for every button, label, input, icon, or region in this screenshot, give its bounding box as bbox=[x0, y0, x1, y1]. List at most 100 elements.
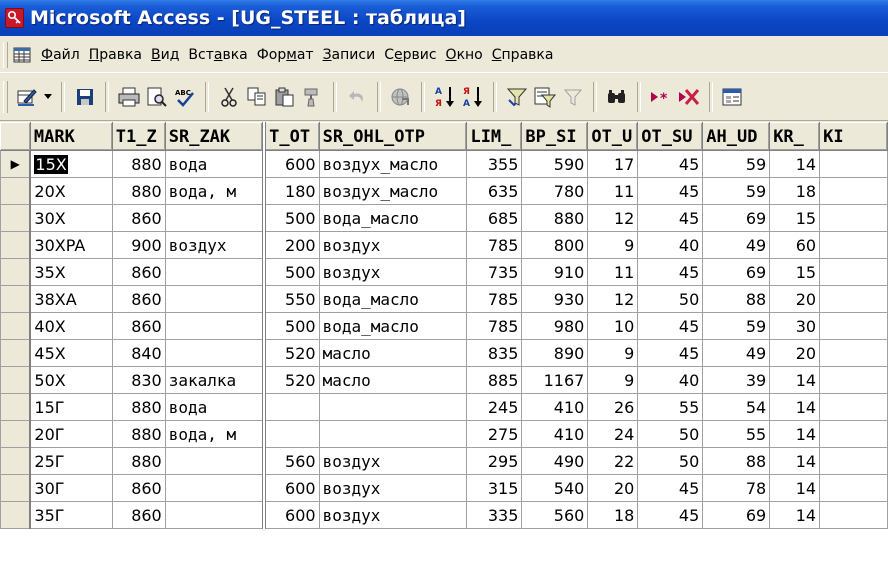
menu-edit[interactable]: Правка bbox=[89, 47, 142, 63]
record-selector[interactable] bbox=[0, 204, 32, 232]
table-cell[interactable]: 69 bbox=[702, 204, 771, 232]
copy-icon[interactable] bbox=[243, 82, 271, 112]
table-cell[interactable] bbox=[819, 312, 888, 340]
table-cell[interactable]: воздух bbox=[318, 258, 468, 286]
table-cell[interactable]: 55 bbox=[702, 420, 771, 448]
table-cell[interactable]: 200 bbox=[263, 231, 320, 259]
table-cell[interactable]: 9 bbox=[587, 231, 639, 259]
filter-by-selection-icon[interactable] bbox=[503, 82, 531, 112]
table-cell[interactable]: 17 bbox=[587, 150, 639, 178]
table-cell[interactable]: 880 bbox=[111, 420, 166, 448]
table-cell[interactable]: 1167 bbox=[521, 366, 589, 394]
table-cell[interactable]: 59 bbox=[702, 177, 771, 205]
table-cell[interactable]: 30 bbox=[769, 312, 821, 340]
table-row[interactable]: 45X 840 520 масло 835 890 9 45 49 20 bbox=[0, 339, 888, 367]
table-cell[interactable]: 49 bbox=[702, 231, 771, 259]
table-cell[interactable]: 890 bbox=[521, 339, 589, 367]
table-cell[interactable]: 860 bbox=[111, 501, 166, 529]
table-cell[interactable]: вода_масло bbox=[318, 285, 468, 313]
table-cell[interactable]: 860 bbox=[111, 204, 166, 232]
table-cell[interactable]: 410 bbox=[521, 420, 589, 448]
hyperlink-icon[interactable] bbox=[387, 82, 415, 112]
table-cell[interactable]: 500 bbox=[263, 258, 320, 286]
table-cell[interactable]: 560 bbox=[263, 447, 320, 475]
column-header-ot-u[interactable]: OT_U bbox=[587, 122, 639, 151]
cut-icon[interactable] bbox=[215, 82, 243, 112]
table-cell[interactable]: 735 bbox=[466, 258, 523, 286]
table-row[interactable]: ▶ 15X 880 вода 600 воздух_масло 355 590 17 45 59 14 bbox=[0, 150, 888, 178]
toolbar-grip[interactable] bbox=[3, 81, 8, 113]
record-selector[interactable] bbox=[0, 312, 32, 340]
table-cell[interactable]: 15 bbox=[769, 204, 821, 232]
table-cell[interactable] bbox=[318, 420, 468, 448]
table-cell[interactable] bbox=[819, 150, 888, 178]
table-cell[interactable] bbox=[819, 393, 888, 421]
table-cell[interactable]: 18 bbox=[769, 177, 821, 205]
table-cell[interactable]: 980 bbox=[521, 312, 589, 340]
table-cell[interactable]: 550 bbox=[263, 285, 320, 313]
table-cell[interactable]: воздух bbox=[318, 501, 468, 529]
menu-insert[interactable]: Вставка bbox=[188, 47, 247, 63]
table-cell[interactable]: 35Г bbox=[29, 501, 113, 529]
table-cell[interactable]: 560 bbox=[521, 501, 589, 529]
table-row[interactable]: 15Г 880 вода 245 410 26 55 54 14 bbox=[0, 393, 888, 421]
filter-by-form-icon[interactable] bbox=[531, 82, 559, 112]
table-cell[interactable]: воздух bbox=[164, 231, 267, 259]
table-row[interactable]: 30X 860 500 вода_масло 685 880 12 45 69 15 bbox=[0, 204, 888, 232]
table-cell[interactable] bbox=[819, 474, 888, 502]
column-header-t-ot[interactable]: T_OT bbox=[263, 122, 320, 151]
sort-ascending-icon[interactable]: АЯ bbox=[431, 82, 459, 112]
table-cell[interactable]: 45 bbox=[637, 204, 704, 232]
table-cell[interactable]: 355 bbox=[466, 150, 523, 178]
menu-format[interactable]: Формат bbox=[257, 47, 314, 63]
record-selector[interactable] bbox=[0, 501, 32, 529]
table-cell[interactable]: вода bbox=[164, 150, 267, 178]
table-cell[interactable]: 20 bbox=[769, 339, 821, 367]
table-cell[interactable]: 55 bbox=[637, 393, 704, 421]
table-cell[interactable]: 11 bbox=[587, 258, 639, 286]
table-row[interactable]: 35X 860 500 воздух 735 910 11 45 69 15 bbox=[0, 258, 888, 286]
table-cell[interactable] bbox=[819, 501, 888, 529]
table-cell[interactable] bbox=[819, 285, 888, 313]
table-cell[interactable]: 540 bbox=[521, 474, 589, 502]
table-cell[interactable]: 295 bbox=[466, 447, 523, 475]
record-selector[interactable] bbox=[0, 474, 32, 502]
table-row[interactable]: 50X 830 закалка 520 масло 885 1167 9 40 39 14 bbox=[0, 366, 888, 394]
table-cell[interactable]: 15Г bbox=[29, 393, 113, 421]
table-cell[interactable]: 910 bbox=[521, 258, 589, 286]
spelling-icon[interactable]: ABC bbox=[171, 82, 199, 112]
menu-tools[interactable]: Сервис bbox=[384, 47, 436, 63]
table-cell[interactable]: масло bbox=[318, 339, 468, 367]
table-cell[interactable]: 780 bbox=[521, 177, 589, 205]
table-cell[interactable]: 69 bbox=[702, 501, 771, 529]
table-cell[interactable]: 10 bbox=[587, 312, 639, 340]
menu-help[interactable]: Справка bbox=[492, 47, 554, 63]
column-header-sr-ohl-otp[interactable]: SR_OHL_OTP bbox=[318, 122, 468, 151]
table-cell[interactable]: 520 bbox=[263, 339, 320, 367]
table-row[interactable]: 25Г 880 560 воздух 295 490 22 50 88 14 bbox=[0, 447, 888, 475]
table-cell[interactable]: 14 bbox=[769, 366, 821, 394]
table-cell[interactable]: 45 bbox=[637, 177, 704, 205]
table-row[interactable]: 30Г 860 600 воздух 315 540 20 45 78 14 bbox=[0, 474, 888, 502]
table-cell[interactable] bbox=[819, 231, 888, 259]
table-cell[interactable]: 30XPA bbox=[29, 231, 113, 259]
table-cell[interactable]: 785 bbox=[466, 312, 523, 340]
table-cell[interactable] bbox=[819, 204, 888, 232]
table-cell[interactable] bbox=[263, 420, 320, 448]
menu-records[interactable]: Записи bbox=[323, 47, 376, 63]
table-cell[interactable]: 45 bbox=[637, 258, 704, 286]
table-cell[interactable]: 20X bbox=[29, 177, 113, 205]
table-cell[interactable]: 45 bbox=[637, 312, 704, 340]
table-cell[interactable]: 860 bbox=[111, 474, 166, 502]
table-cell[interactable] bbox=[164, 285, 267, 313]
table-cell[interactable]: 45 bbox=[637, 150, 704, 178]
table-cell[interactable]: 50 bbox=[637, 285, 704, 313]
table-cell[interactable]: 35X bbox=[29, 258, 113, 286]
table-cell[interactable]: 880 bbox=[111, 150, 166, 178]
table-cell[interactable]: 15 bbox=[769, 258, 821, 286]
table-cell[interactable]: 49 bbox=[702, 339, 771, 367]
format-painter-icon[interactable] bbox=[299, 82, 327, 112]
table-cell[interactable]: 78 bbox=[702, 474, 771, 502]
table-cell[interactable]: 520 bbox=[263, 366, 320, 394]
table-cell[interactable]: 12 bbox=[587, 204, 639, 232]
